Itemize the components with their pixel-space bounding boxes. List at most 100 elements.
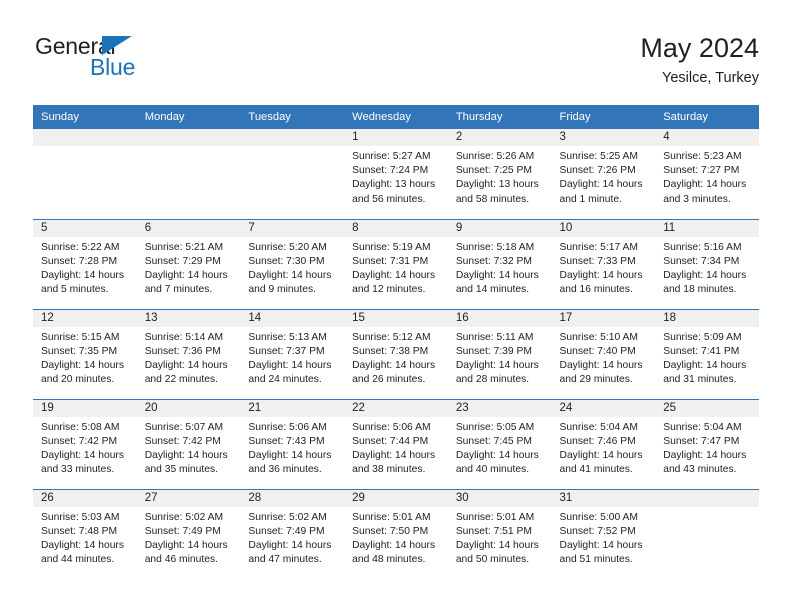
- day-cell-content: 20 Sunrise: 5:07 AM Sunset: 7:42 PM Dayligh…: [136, 399, 241, 489]
- daylight-text-line2: and 31 minutes.: [663, 374, 737, 386]
- day-cell-content: 15 Sunrise: 5:12 AM Sunset: 7:38 PM Dayligh…: [344, 309, 448, 399]
- daylight-text-line1: Daylight: 14 hours: [144, 359, 228, 371]
- calendar-page: General Blue May 2024 Yesilce, Turkey Su…: [0, 0, 792, 612]
- day-number: 3: [551, 129, 656, 146]
- day-details: Sunrise: 5:00 AM Sunset: 7:52 PM Daylight:…: [552, 507, 656, 568]
- calendar-day-cell[interactable]: 3 Sunrise: 5:25 AM Sunset: 7:26 PM Daylight…: [551, 129, 656, 219]
- day-cell-content: 31 Sunrise: 5:00 AM Sunset: 7:52 PM Dayligh…: [551, 489, 656, 580]
- calendar-day-cell[interactable]: 15 Sunrise: 5:12 AM Sunset: 7:38 PM Dayligh…: [344, 308, 448, 399]
- page-title: May 2024: [640, 33, 759, 63]
- calendar-day-cell[interactable]: 20 Sunrise: 5:07 AM Sunset: 7:42 PM Dayligh…: [136, 398, 241, 489]
- day-details: Sunrise: 5:19 AM Sunset: 7:31 PM Daylight:…: [344, 237, 448, 298]
- calendar-day-cell[interactable]: 12 Sunrise: 5:15 AM Sunset: 7:35 PM Dayligh…: [33, 308, 137, 399]
- calendar-day-cell[interactable]: 1 Sunrise: 5:27 AM Sunset: 7:24 PM Daylight…: [344, 129, 448, 219]
- day-cell-content: 13 Sunrise: 5:14 AM Sunset: 7:36 PM Dayligh…: [136, 309, 241, 399]
- day-number: 5: [33, 219, 137, 237]
- calendar-day-cell[interactable]: 30 Sunrise: 5:01 AM Sunset: 7:51 PM Dayligh…: [447, 488, 552, 579]
- day-cell-content: 25 Sunrise: 5:04 AM Sunset: 7:47 PM Dayligh…: [655, 399, 759, 489]
- daylight-text-line2: and 5 minutes.: [41, 284, 109, 296]
- calendar-day-cell[interactable]: 18 Sunrise: 5:09 AM Sunset: 7:41 PM Dayligh…: [655, 308, 759, 399]
- calendar-day-cell[interactable]: 19 Sunrise: 5:08 AM Sunset: 7:42 PM Dayligh…: [33, 398, 137, 489]
- calendar-week-row: 5 Sunrise: 5:22 AM Sunset: 7:28 PM Daylight…: [33, 218, 759, 309]
- daylight-text-line2: and 9 minutes.: [248, 284, 316, 296]
- day-number: 23: [447, 399, 552, 417]
- sunrise-text: Sunrise: 5:00 AM: [559, 511, 638, 523]
- sunrise-text: Sunrise: 5:18 AM: [455, 241, 535, 253]
- daylight-text-line2: and 41 minutes.: [559, 464, 633, 476]
- calendar-day-cell[interactable]: 17 Sunrise: 5:10 AM Sunset: 7:40 PM Dayligh…: [551, 308, 656, 399]
- daylight-text-line1: Daylight: 14 hours: [144, 269, 228, 281]
- day-number: [33, 129, 137, 146]
- day-cell-content: 12 Sunrise: 5:15 AM Sunset: 7:35 PM Dayligh…: [33, 309, 137, 399]
- daylight-text-line1: Daylight: 14 hours: [455, 269, 539, 281]
- calendar-day-cell[interactable]: 29 Sunrise: 5:01 AM Sunset: 7:50 PM Dayligh…: [344, 488, 448, 579]
- calendar-day-cell[interactable]: 4 Sunrise: 5:23 AM Sunset: 7:27 PM Daylight…: [655, 129, 759, 219]
- brand-logo[interactable]: General Blue: [33, 33, 263, 93]
- sunset-text: Sunset: 7:48 PM: [41, 525, 118, 537]
- calendar-day-cell[interactable]: 5 Sunrise: 5:22 AM Sunset: 7:28 PM Daylight…: [33, 218, 137, 309]
- day-cell-content: 24 Sunrise: 5:04 AM Sunset: 7:46 PM Dayligh…: [551, 399, 656, 489]
- calendar-day-cell[interactable]: 25 Sunrise: 5:04 AM Sunset: 7:47 PM Dayligh…: [655, 398, 759, 489]
- day-details: Sunrise: 5:07 AM Sunset: 7:42 PM Daylight:…: [137, 417, 241, 478]
- calendar-day-cell[interactable]: 16 Sunrise: 5:11 AM Sunset: 7:39 PM Dayligh…: [447, 308, 552, 399]
- calendar-day-cell[interactable]: 9 Sunrise: 5:18 AM Sunset: 7:32 PM Daylight…: [447, 218, 552, 309]
- calendar-day-cell[interactable]: 23 Sunrise: 5:05 AM Sunset: 7:45 PM Dayligh…: [447, 398, 552, 489]
- calendar-day-cell[interactable]: 8 Sunrise: 5:19 AM Sunset: 7:31 PM Daylight…: [344, 218, 448, 309]
- calendar-week-row: 26 Sunrise: 5:03 AM Sunset: 7:48 PM Dayligh…: [33, 488, 759, 580]
- day-details: Sunrise: 5:15 AM Sunset: 7:35 PM Daylight:…: [33, 327, 137, 388]
- day-details: Sunrise: 5:12 AM Sunset: 7:38 PM Daylight:…: [344, 327, 448, 388]
- calendar-day-cell[interactable]: 13 Sunrise: 5:14 AM Sunset: 7:36 PM Dayligh…: [136, 308, 241, 399]
- calendar-day-cell[interactable]: 21 Sunrise: 5:06 AM Sunset: 7:43 PM Dayligh…: [240, 398, 345, 489]
- sunset-text: Sunset: 7:40 PM: [559, 345, 636, 357]
- day-cell-content: 21 Sunrise: 5:06 AM Sunset: 7:43 PM Dayligh…: [240, 399, 345, 489]
- day-details: Sunrise: 5:04 AM Sunset: 7:46 PM Daylight:…: [552, 417, 656, 478]
- daylight-text-line1: Daylight: 14 hours: [663, 449, 747, 461]
- sunset-text: Sunset: 7:28 PM: [41, 255, 118, 267]
- day-cell-content: 4 Sunrise: 5:23 AM Sunset: 7:27 PM Daylight…: [655, 129, 759, 219]
- day-details: Sunrise: 5:14 AM Sunset: 7:36 PM Daylight:…: [137, 327, 241, 388]
- day-details: Sunrise: 5:02 AM Sunset: 7:49 PM Daylight:…: [240, 507, 344, 568]
- calendar-day-cell[interactable]: 24 Sunrise: 5:04 AM Sunset: 7:46 PM Dayligh…: [551, 398, 656, 489]
- calendar-grid: Sunday Monday Tuesday Wednesday Thursday…: [33, 105, 759, 579]
- daylight-text-line1: Daylight: 14 hours: [559, 539, 643, 551]
- daylight-text-line2: and 22 minutes.: [144, 374, 218, 386]
- calendar-day-cell[interactable]: 11 Sunrise: 5:16 AM Sunset: 7:34 PM Dayligh…: [655, 218, 759, 309]
- calendar-day-cell[interactable]: 26 Sunrise: 5:03 AM Sunset: 7:48 PM Dayligh…: [33, 488, 137, 580]
- day-number: 29: [344, 489, 448, 507]
- calendar-day-cell[interactable]: 27 Sunrise: 5:02 AM Sunset: 7:49 PM Dayligh…: [136, 488, 241, 580]
- calendar-day-cell[interactable]: 7 Sunrise: 5:20 AM Sunset: 7:30 PM Daylight…: [240, 218, 345, 309]
- day-cell-content: 22 Sunrise: 5:06 AM Sunset: 7:44 PM Dayligh…: [344, 399, 448, 489]
- day-cell-content: 8 Sunrise: 5:19 AM Sunset: 7:31 PM Daylight…: [344, 219, 448, 309]
- calendar-week-row: 1 Sunrise: 5:27 AM Sunset: 7:24 PM Daylight…: [33, 129, 759, 219]
- daylight-text-line1: Daylight: 14 hours: [248, 539, 332, 551]
- calendar-day-cell[interactable]: 14 Sunrise: 5:13 AM Sunset: 7:37 PM Dayligh…: [240, 308, 345, 399]
- sunset-text: Sunset: 7:46 PM: [559, 435, 636, 447]
- sunset-text: Sunset: 7:30 PM: [248, 255, 325, 267]
- day-number: 20: [136, 399, 241, 417]
- calendar-day-cell[interactable]: 28 Sunrise: 5:02 AM Sunset: 7:49 PM Dayligh…: [240, 488, 345, 580]
- calendar-day-cell[interactable]: 31 Sunrise: 5:00 AM Sunset: 7:52 PM Dayligh…: [551, 488, 656, 580]
- calendar-day-cell[interactable]: 10 Sunrise: 5:17 AM Sunset: 7:33 PM Dayligh…: [551, 218, 656, 309]
- calendar-day-cell[interactable]: 6 Sunrise: 5:21 AM Sunset: 7:29 PM Daylight…: [136, 218, 241, 309]
- sunrise-text: Sunrise: 5:19 AM: [352, 241, 431, 253]
- sunrise-text: Sunrise: 5:01 AM: [455, 511, 535, 523]
- day-cell-content: 28 Sunrise: 5:02 AM Sunset: 7:49 PM Dayligh…: [240, 489, 345, 580]
- day-cell-content: 26 Sunrise: 5:03 AM Sunset: 7:48 PM Dayligh…: [33, 489, 137, 580]
- day-details: Sunrise: 5:25 AM Sunset: 7:26 PM Daylight:…: [552, 146, 656, 207]
- daylight-text-line1: Daylight: 14 hours: [455, 359, 539, 371]
- day-number: 19: [33, 399, 137, 417]
- sunset-text: Sunset: 7:25 PM: [455, 165, 532, 177]
- day-number: 2: [447, 129, 552, 146]
- calendar-day-cell[interactable]: 22 Sunrise: 5:06 AM Sunset: 7:44 PM Dayligh…: [344, 398, 448, 489]
- day-cell-content: 27 Sunrise: 5:02 AM Sunset: 7:49 PM Dayligh…: [136, 489, 241, 580]
- day-cell-content: 10 Sunrise: 5:17 AM Sunset: 7:33 PM Dayligh…: [551, 219, 656, 309]
- sunset-text: Sunset: 7:42 PM: [144, 435, 221, 447]
- day-details: Sunrise: 5:05 AM Sunset: 7:45 PM Daylight:…: [448, 417, 552, 478]
- daylight-text-line2: and 48 minutes.: [352, 554, 426, 566]
- calendar-day-cell[interactable]: 2 Sunrise: 5:26 AM Sunset: 7:25 PM Daylight…: [447, 129, 552, 219]
- day-details: Sunrise: 5:06 AM Sunset: 7:44 PM Daylight:…: [344, 417, 448, 478]
- daylight-text-line2: and 43 minutes.: [663, 464, 737, 476]
- day-cell-content: 11 Sunrise: 5:16 AM Sunset: 7:34 PM Dayligh…: [655, 219, 759, 309]
- daylight-text-line1: Daylight: 14 hours: [559, 359, 643, 371]
- day-cell-content: 5 Sunrise: 5:22 AM Sunset: 7:28 PM Daylight…: [33, 219, 137, 309]
